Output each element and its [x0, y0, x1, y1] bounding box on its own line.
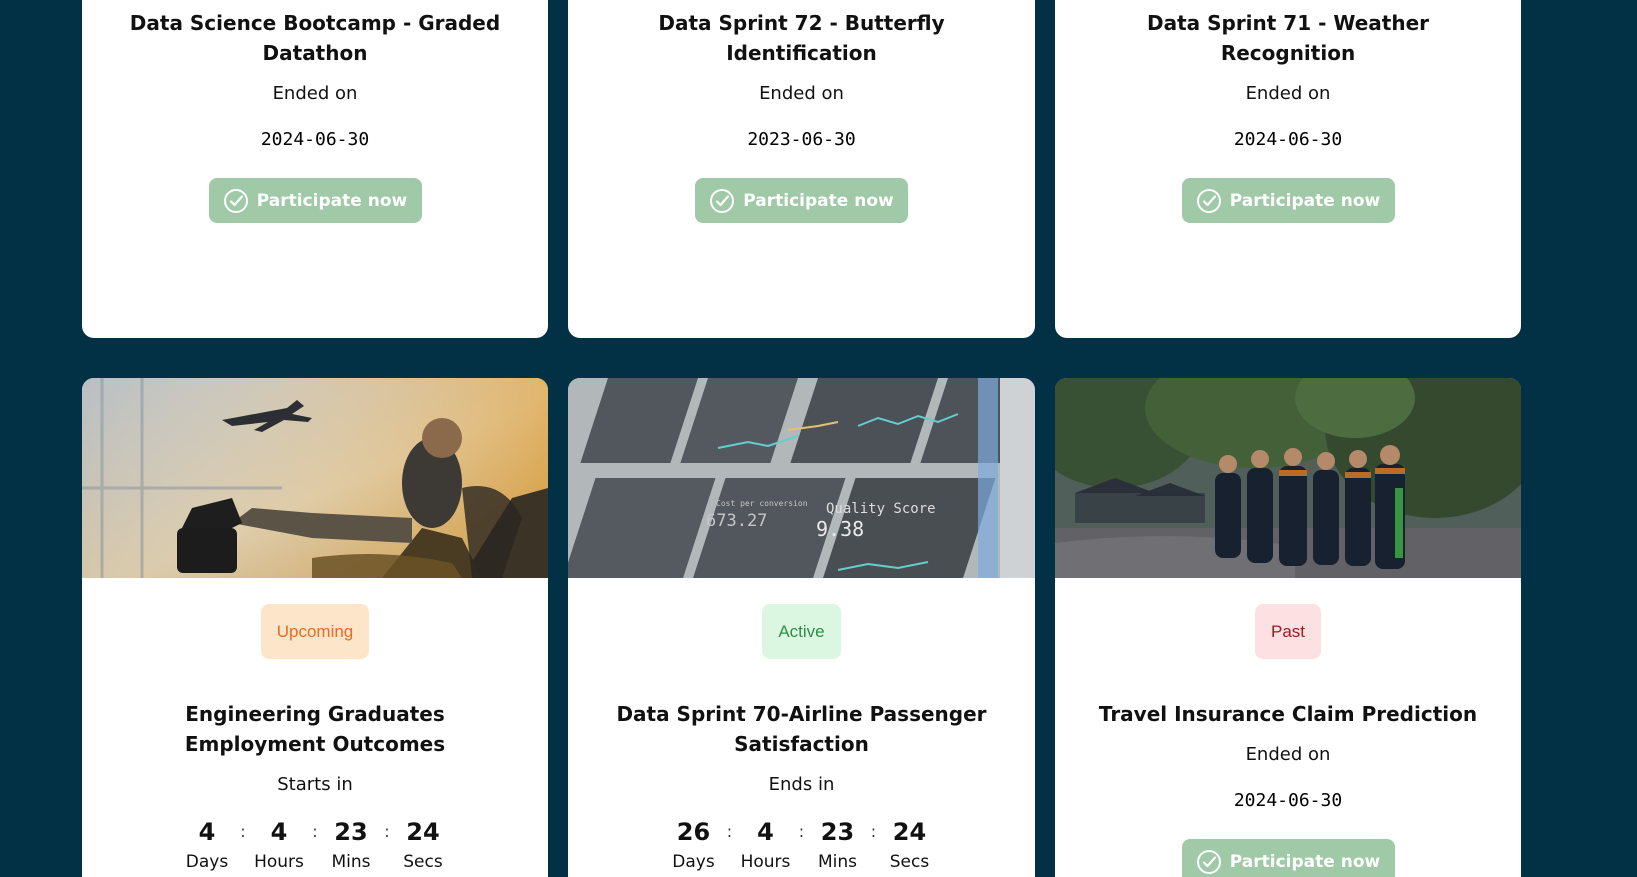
competition-card[interactable]: Data Sprint 72 - Butterfly Identificatio… — [568, 0, 1035, 338]
participate-button-label: Participate now — [1229, 190, 1381, 211]
countdown-days: 4 Days — [182, 817, 232, 873]
countdown-value: 23 — [334, 818, 368, 846]
status-label: Ended on — [272, 83, 358, 104]
countdown-hours: 4 Hours — [741, 817, 791, 873]
countdown-unit-label: Hours — [254, 852, 304, 872]
end-date: 2024-06-30 — [1233, 790, 1343, 811]
countdown-value: 4 — [270, 818, 288, 846]
participate-button[interactable]: Participate now — [208, 178, 422, 223]
countdown-secs: 24 Secs — [885, 817, 935, 873]
participate-button-label: Participate now — [743, 190, 894, 211]
status-badge: Upcoming — [260, 604, 370, 659]
countdown-separator: : — [726, 822, 733, 841]
competition-card[interactable]: Data Sprint 71 - Weather Recognition End… — [1055, 0, 1521, 338]
card-title: Data Sprint 72 - Butterfly Identificatio… — [658, 11, 945, 65]
status-label: Ends in — [768, 774, 835, 795]
participate-button[interactable]: Participate now — [695, 178, 908, 223]
countdown-value: 24 — [406, 818, 440, 846]
countdown-days: 26 Days — [669, 817, 719, 873]
status-label: Starts in — [277, 774, 353, 795]
end-date: 2023-06-30 — [747, 129, 856, 150]
check-circle-icon — [1196, 188, 1221, 213]
check-circle-icon — [710, 188, 735, 213]
countdown-value: 4 — [198, 818, 216, 846]
card-title: Data Sprint 71 - Weather Recognition — [1146, 11, 1429, 65]
countdown: 4 Days : 4 Hours : 23 Mins : 24 Secs — [82, 817, 548, 873]
countdown-unit-label: Days — [672, 852, 715, 872]
card-title: Travel Insurance Claim Prediction — [1098, 702, 1478, 726]
competition-image — [82, 378, 548, 578]
countdown-separator: : — [384, 822, 390, 841]
countdown-value: 24 — [892, 818, 927, 846]
countdown-value: 23 — [820, 818, 855, 846]
countdown-value: 26 — [676, 818, 711, 846]
countdown-unit-label: Mins — [817, 852, 858, 872]
card-title: Data Sprint 70-Airline Passenger Satisfa… — [616, 702, 987, 756]
competition-card[interactable]: Upcoming Engineering Graduates Employmen… — [82, 378, 548, 877]
countdown-separator: : — [312, 822, 318, 841]
countdown-unit-label: Secs — [889, 852, 930, 872]
competition-card[interactable]: Quality Score 9.38 Cost per conversion 6… — [568, 378, 1035, 877]
card-title: Engineering Graduates Employment Outcome… — [184, 702, 446, 756]
competition-image — [1055, 378, 1521, 578]
participate-button[interactable]: Participate now — [1181, 839, 1395, 877]
countdown-separator: : — [870, 822, 877, 841]
competition-image: Quality Score 9.38 Cost per conversion 6… — [568, 378, 1035, 578]
status-label: Ended on — [759, 83, 844, 104]
countdown-mins: 23 Mins — [326, 817, 376, 873]
status-label: Ended on — [1245, 744, 1331, 765]
countdown-unit-label: Days — [185, 852, 229, 872]
participate-button-label: Participate now — [256, 190, 408, 211]
status-badge: Past — [1254, 604, 1322, 659]
competition-card[interactable]: Data Science Bootcamp - Graded Datathon … — [82, 0, 548, 338]
countdown-separator: : — [240, 822, 246, 841]
end-date: 2024-06-30 — [260, 129, 370, 150]
status-badge: Active — [762, 604, 841, 659]
participate-button-label: Participate now — [1229, 851, 1381, 872]
competitions-grid: Data Science Bootcamp - Graded Datathon … — [0, 0, 1637, 877]
check-circle-icon — [223, 188, 248, 213]
competition-card[interactable]: Past Travel Insurance Claim Prediction E… — [1055, 378, 1521, 877]
status-label: Ended on — [1245, 83, 1331, 104]
end-date: 2024-06-30 — [1233, 129, 1343, 150]
countdown-separator: : — [798, 822, 805, 841]
countdown-secs: 24 Secs — [398, 817, 448, 873]
card-title: Data Science Bootcamp - Graded Datathon — [129, 11, 501, 65]
countdown-mins: 23 Mins — [813, 817, 863, 873]
check-circle-icon — [1196, 849, 1221, 874]
countdown: 26 Days : 4 Hours : 23 Mins : 24 Secs — [568, 817, 1035, 873]
countdown-unit-label: Hours — [740, 852, 791, 872]
countdown-unit-label: Secs — [403, 852, 443, 872]
countdown-unit-label: Mins — [331, 852, 371, 872]
countdown-value: 4 — [757, 818, 774, 846]
participate-button[interactable]: Participate now — [1181, 178, 1395, 223]
countdown-hours: 4 Hours — [254, 817, 304, 873]
